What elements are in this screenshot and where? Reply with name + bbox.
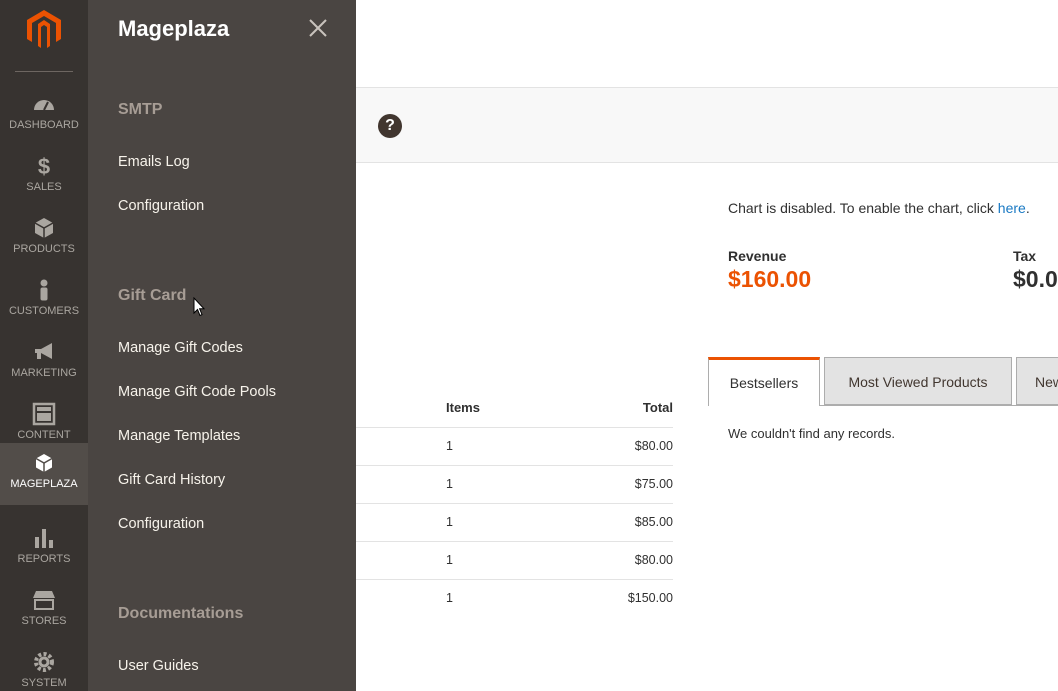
nav-item-mageplaza[interactable]: MAGEPLAZA [0,443,88,505]
nav-item-system[interactable]: SYSTEM [0,642,88,691]
person-icon [40,279,48,301]
link-manage-gift-code-pools[interactable]: Manage Gift Code Pools [118,384,276,400]
store-icon [33,591,55,610]
revenue-value: $160.00 [728,266,812,292]
table-row[interactable]: 1 $75.00 [356,465,673,503]
nav-item-dashboard[interactable]: DASHBOARD [0,84,88,146]
link-gift-card-configuration[interactable]: Configuration [118,516,204,532]
total-cell: $75.00 [634,477,673,491]
no-records-message: We couldn't find any records. [728,426,895,441]
section-title-documentations: Documentations [118,605,244,622]
nav-label: DASHBOARD [9,119,79,131]
link-manage-templates[interactable]: Manage Templates [118,428,240,444]
nav-label: CONTENT [17,429,71,441]
column-header-total: Total [642,400,673,415]
enable-chart-link[interactable]: here [998,200,1026,216]
revenue-label: Revenue [728,248,787,264]
chart-message-suffix: . [1025,200,1030,216]
nav-label: STORES [21,615,67,627]
dashboard-icon [34,100,54,111]
dollar-icon: $ [38,154,50,178]
nav-label: REPORTS [17,553,71,565]
layout-icon [32,402,56,426]
nav-item-marketing[interactable]: MARKETING [0,332,88,394]
tab-most-viewed-products[interactable]: Most Viewed Products [824,357,1012,405]
table-row[interactable]: 1 $80.00 [356,541,673,579]
items-cell: 1 [446,477,453,491]
chart-disabled-message: Chart is disabled. To enable the chart, … [728,200,1030,216]
nav-item-customers[interactable]: CUSTOMERS [0,270,88,332]
tab-bestsellers[interactable]: Bestsellers [708,357,820,406]
tax-label: Tax [1013,248,1037,264]
tax-value: $0.0 [1013,266,1058,292]
total-cell: $80.00 [634,439,673,453]
table-row[interactable]: 1 $80.00 [356,427,673,465]
nav-label: MAGEPLAZA [10,478,78,490]
link-manage-gift-codes[interactable]: Manage Gift Codes [118,340,243,356]
link-gift-card-history[interactable]: Gift Card History [118,472,225,488]
nav-item-sales[interactable]: $ SALES [0,146,88,208]
nav-label: PRODUCTS [13,243,75,255]
items-cell: 1 [446,553,453,567]
flyout-title: Mageplaza [118,16,230,41]
total-cell: $150.00 [627,591,673,605]
table-row[interactable]: 1 $85.00 [356,503,673,541]
items-cell: 1 [446,439,453,453]
nav-label: MARKETING [11,367,77,379]
nav-divider [15,71,73,72]
help-icon[interactable]: ? [378,114,402,138]
cube-icon [35,454,53,472]
table-row[interactable]: 1 $150.00 [356,579,673,617]
link-smtp-configuration[interactable]: Configuration [118,198,204,214]
column-header-items: Items [446,400,480,415]
section-title-gift-card: Gift Card [118,287,187,304]
mageplaza-flyout-menu: Mageplaza SMTP Emails Log Configuration … [88,0,356,691]
nav-item-stores[interactable]: STORES [0,580,88,642]
megaphone-icon [35,343,52,359]
nav-label: CUSTOMERS [8,305,80,317]
admin-sidebar: DASHBOARD $ SALES PRODUCTS CUSTOMERS MAR… [0,0,88,691]
nav-item-products[interactable]: PRODUCTS [0,208,88,270]
page-actions-bar [356,87,1058,163]
gear-icon [34,652,54,672]
link-user-guides[interactable]: User Guides [118,658,199,674]
items-cell: 1 [446,591,453,605]
bar-chart-icon [35,529,53,548]
total-cell: $85.00 [634,515,673,529]
section-title-smtp: SMTP [118,101,163,118]
dashboard-tabs: Bestsellers Most Viewed Products New [708,357,1058,406]
box-icon [34,218,54,238]
total-cell: $80.00 [634,553,673,567]
tabs-divider [820,405,1058,406]
chart-message-text: Chart is disabled. To enable the chart, … [728,200,998,216]
nav-label: SALES [26,181,62,193]
link-emails-log[interactable]: Emails Log [118,154,190,170]
magento-logo-icon[interactable] [23,8,65,50]
items-cell: 1 [446,515,453,529]
mouse-cursor-icon [193,297,205,317]
close-icon[interactable] [307,17,329,39]
svg-text:$: $ [38,154,50,178]
nav-item-reports[interactable]: REPORTS [0,518,88,580]
tab-new[interactable]: New [1016,357,1058,405]
nav-label: SYSTEM [21,677,67,689]
